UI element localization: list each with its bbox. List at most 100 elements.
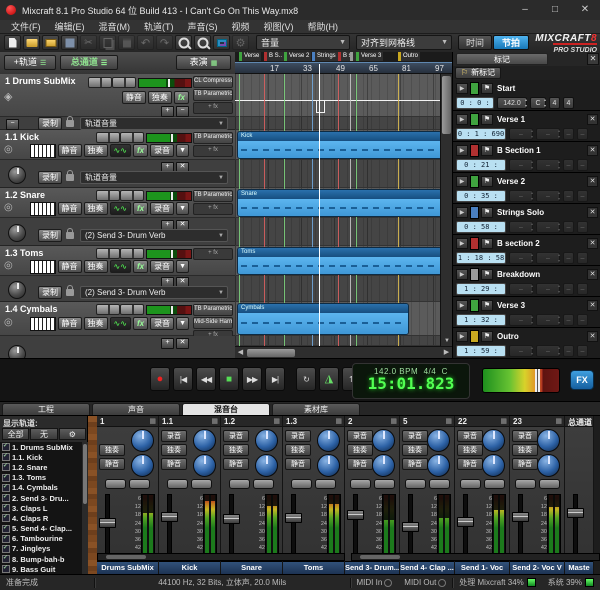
marker-sig-denominator[interactable]: – (577, 283, 588, 295)
grid-icon[interactable]: ▦ (149, 417, 156, 425)
fast-forward-button[interactable]: ▶▶ (242, 367, 262, 391)
marker-color-swatch[interactable] (470, 237, 479, 250)
automation-param-select[interactable]: (2) Send 3- Drum Verb▼ (80, 286, 228, 299)
fader-track[interactable] (167, 494, 172, 556)
marker-color-swatch[interactable] (470, 175, 479, 188)
chevron-down-icon[interactable]: ▼ (176, 144, 189, 157)
marker-time-field[interactable]: 1 : 18 : 58 (456, 252, 506, 264)
rewind-button[interactable]: ◀◀ (196, 367, 216, 391)
mixer-track-list-item[interactable]: 6. Tambourine (0, 534, 82, 544)
waveform-icon[interactable]: ∿∿ (110, 260, 131, 273)
record-button[interactable]: 录音 (161, 430, 187, 442)
paste-icon[interactable] (118, 35, 135, 50)
gear-icon[interactable] (59, 428, 86, 440)
solo-button[interactable]: 独奏 (402, 444, 428, 456)
tab[interactable]: 素材库 (272, 403, 360, 415)
record-button[interactable]: 录音 (512, 430, 538, 442)
checkbox-icon[interactable] (2, 453, 10, 461)
playhead[interactable] (319, 64, 320, 346)
automation-knob[interactable] (8, 281, 26, 299)
send-slider[interactable] (253, 479, 274, 489)
trim-slider[interactable] (112, 77, 136, 88)
track-toms[interactable]: 1.3 Toms ◎ 静音 独奏 ∿∿ fx 录音 ▼ + fx (0, 246, 235, 276)
close-button[interactable]: ✕ (570, 0, 600, 20)
zoom-in-icon[interactable] (175, 35, 192, 50)
minimize-button[interactable]: – (510, 0, 540, 20)
marker-tempo-spinner[interactable]: – (509, 190, 533, 202)
fx-button[interactable]: fx (174, 91, 189, 104)
import-folder-icon[interactable] (42, 35, 59, 50)
arm-button[interactable]: 录制 (38, 229, 62, 242)
fx-button[interactable]: fx (133, 260, 148, 273)
menu-item[interactable]: 编辑(E) (48, 20, 92, 33)
mixer-track-list-item[interactable]: 1.3. Toms (0, 473, 82, 483)
copy-icon[interactable] (99, 35, 116, 50)
checkbox-icon[interactable] (2, 474, 10, 482)
timeline-marker-flag[interactable]: Verse (239, 52, 261, 61)
close-icon[interactable]: ✕ (587, 53, 599, 65)
fx-button[interactable]: fx (133, 202, 148, 215)
marker-tempo-spinner[interactable]: – (509, 221, 533, 233)
zoom-out-icon[interactable] (194, 35, 211, 50)
loop-button[interactable]: ↻ (296, 367, 316, 391)
marker-delete-button[interactable]: ✕ (587, 238, 598, 249)
fx-button[interactable]: fx (133, 317, 148, 330)
redo-icon[interactable] (156, 35, 173, 50)
menu-item[interactable]: 轨道(T) (137, 20, 181, 33)
checkbox-icon[interactable] (2, 463, 10, 471)
mixer-track-list-item[interactable]: 8. Bump-bah-b (0, 554, 82, 564)
marker-sig-numerator[interactable]: 4 (549, 97, 560, 109)
tab[interactable]: 混音台 (182, 403, 270, 415)
send-slider[interactable] (167, 479, 188, 489)
arm-button[interactable]: 录制 (38, 117, 62, 130)
select-all-button[interactable]: 全部 (2, 428, 29, 440)
marker-sig-numerator[interactable]: – (563, 159, 574, 171)
fader-track[interactable] (229, 494, 234, 556)
grid-icon[interactable]: ▦ (335, 417, 342, 425)
send-slider[interactable] (484, 479, 505, 489)
solo-button[interactable]: 独奏 (223, 444, 249, 456)
eq-knob[interactable] (372, 429, 395, 452)
marker-delete-button[interactable]: ✕ (587, 331, 598, 342)
select-none-button[interactable]: 无 (30, 428, 57, 440)
fader-track[interactable] (573, 494, 578, 556)
fader-handle[interactable] (512, 512, 529, 522)
pan-knob[interactable] (537, 454, 560, 477)
add-effect-button[interactable]: + fx (193, 203, 233, 215)
marker-key-spinner[interactable]: – (536, 128, 560, 140)
fader-handle[interactable] (285, 513, 302, 523)
marker-time-field[interactable]: 0 : 1 : 690 (456, 128, 506, 140)
timeline-marker-flag[interactable]: Verse 3 (356, 52, 383, 61)
marker-play-button[interactable] (456, 83, 468, 94)
grid-icon[interactable]: ▦ (211, 417, 218, 425)
audio-clip[interactable]: Cymbals (237, 303, 409, 335)
checkbox-icon[interactable] (2, 494, 10, 502)
fader-handle[interactable] (402, 522, 419, 532)
record-button[interactable]: 录音 (223, 430, 249, 442)
menu-item[interactable]: 视图(V) (257, 20, 301, 33)
marker-key-spinner[interactable]: – (536, 190, 560, 202)
snap-select[interactable]: 对齐到网格线▼ (356, 35, 452, 50)
mixer-track-list-item[interactable]: 9. Bass Guit (0, 564, 82, 574)
pan-knob[interactable] (372, 454, 395, 477)
collapse-button[interactable]: − (6, 119, 19, 130)
timeline-ruler[interactable]: 173349658197 (235, 62, 452, 74)
marker-flag-icon[interactable] (481, 269, 493, 280)
marker-key-spinner[interactable]: – (536, 159, 560, 171)
piano-roll-icon[interactable] (30, 144, 56, 158)
audio-clip[interactable]: Snare (237, 189, 440, 217)
fader-handle[interactable] (567, 508, 584, 518)
solo-button[interactable]: 独奏 (161, 444, 187, 456)
marker-delete-button[interactable]: ✕ (587, 176, 598, 187)
solo-button[interactable]: 独奏 (84, 317, 108, 330)
send-slider[interactable] (191, 479, 212, 489)
marker-time-field[interactable]: 1 : 59 : 999 (456, 345, 506, 357)
checkbox-icon[interactable] (2, 443, 10, 451)
eq-knob[interactable] (427, 429, 450, 452)
marker-sig-denominator[interactable]: – (577, 190, 588, 202)
marker-delete-button[interactable]: ✕ (587, 145, 598, 156)
marker-sig-numerator[interactable]: – (563, 221, 574, 233)
marker-tempo-spinner[interactable]: – (509, 128, 533, 140)
marker-sig-denominator[interactable]: – (577, 345, 588, 357)
grid-icon[interactable]: ▦ (555, 417, 562, 425)
